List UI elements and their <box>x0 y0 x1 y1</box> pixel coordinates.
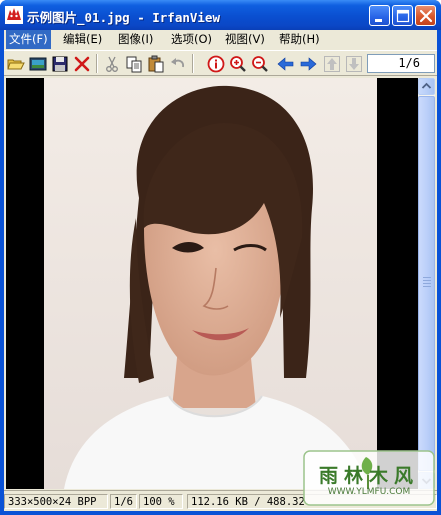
menu-image[interactable]: 图像(I) <box>115 30 156 49</box>
zoom-out-icon[interactable] <box>250 54 270 74</box>
image-view[interactable] <box>6 78 418 489</box>
status-zoom: 100 % <box>139 494 183 509</box>
up-arrow-icon[interactable] <box>322 54 342 74</box>
scroll-grip-line <box>423 283 431 284</box>
client-area: 文件(F) 编辑(E) 图像(I) 选项(O) 视图(V) 帮助(H) 1/6 … <box>4 30 437 511</box>
scroll-up-arrow-icon <box>421 82 432 89</box>
undo-icon[interactable] <box>168 54 188 74</box>
cut-icon[interactable] <box>102 54 122 74</box>
minimize-icon <box>375 19 382 22</box>
menu-file[interactable]: 文件(F) <box>6 30 51 49</box>
page-indicator: 1/6 <box>367 54 435 73</box>
close-icon <box>419 9 433 23</box>
slideshow-icon[interactable] <box>28 54 48 74</box>
watermark-text: 雨林木风 <box>318 465 419 487</box>
watermark-url: WWW.YLMFU.COM <box>327 487 411 497</box>
scroll-grip-line <box>423 280 431 281</box>
status-image-info: 333×500×24 BPP <box>4 494 108 509</box>
save-icon[interactable] <box>50 54 70 74</box>
irfanview-window: 示例图片_01.jpg - IrfanView 文件(F) 编辑(E) 图像(I… <box>0 0 441 515</box>
site-watermark: 雨林木风 WWW.YLMFU.COM <box>302 449 436 507</box>
delete-icon[interactable] <box>72 54 92 74</box>
displayed-photo <box>44 78 377 489</box>
irfanview-red-cat-icon[interactable] <box>5 6 23 24</box>
scroll-grip-line <box>423 286 431 287</box>
paste-icon[interactable] <box>146 54 166 74</box>
menu-view[interactable]: 视图(V) <box>222 30 268 49</box>
toolbar-separator <box>192 54 194 73</box>
copy-icon[interactable] <box>124 54 144 74</box>
menu-bar: 文件(F) 编辑(E) 图像(I) 选项(O) 视图(V) 帮助(H) <box>4 30 437 49</box>
scroll-up-button[interactable] <box>418 78 435 95</box>
scroll-thumb[interactable] <box>418 96 435 471</box>
menu-options[interactable]: 选项(O) <box>168 30 215 49</box>
window-title: 示例图片_01.jpg - IrfanView <box>27 10 220 25</box>
vertical-scrollbar[interactable] <box>418 78 435 489</box>
previous-arrow-icon[interactable] <box>276 54 296 74</box>
maximize-button[interactable] <box>392 5 413 26</box>
menu-help[interactable]: 帮助(H) <box>276 30 323 49</box>
menu-edit[interactable]: 编辑(E) <box>60 30 105 49</box>
down-arrow-icon[interactable] <box>344 54 364 74</box>
minimize-button[interactable] <box>369 5 390 26</box>
close-button[interactable] <box>415 5 436 26</box>
info-icon[interactable] <box>206 54 226 74</box>
open-folder-icon[interactable] <box>6 54 26 74</box>
next-arrow-icon[interactable] <box>298 54 318 74</box>
zoom-in-icon[interactable] <box>228 54 248 74</box>
title-bar[interactable]: 示例图片_01.jpg - IrfanView <box>0 0 441 30</box>
maximize-icon <box>396 9 410 23</box>
status-page: 1/6 <box>110 494 137 509</box>
toolbar-separator <box>96 54 98 73</box>
toolbar: 1/6 <box>4 50 437 76</box>
scroll-grip-line <box>423 277 431 278</box>
